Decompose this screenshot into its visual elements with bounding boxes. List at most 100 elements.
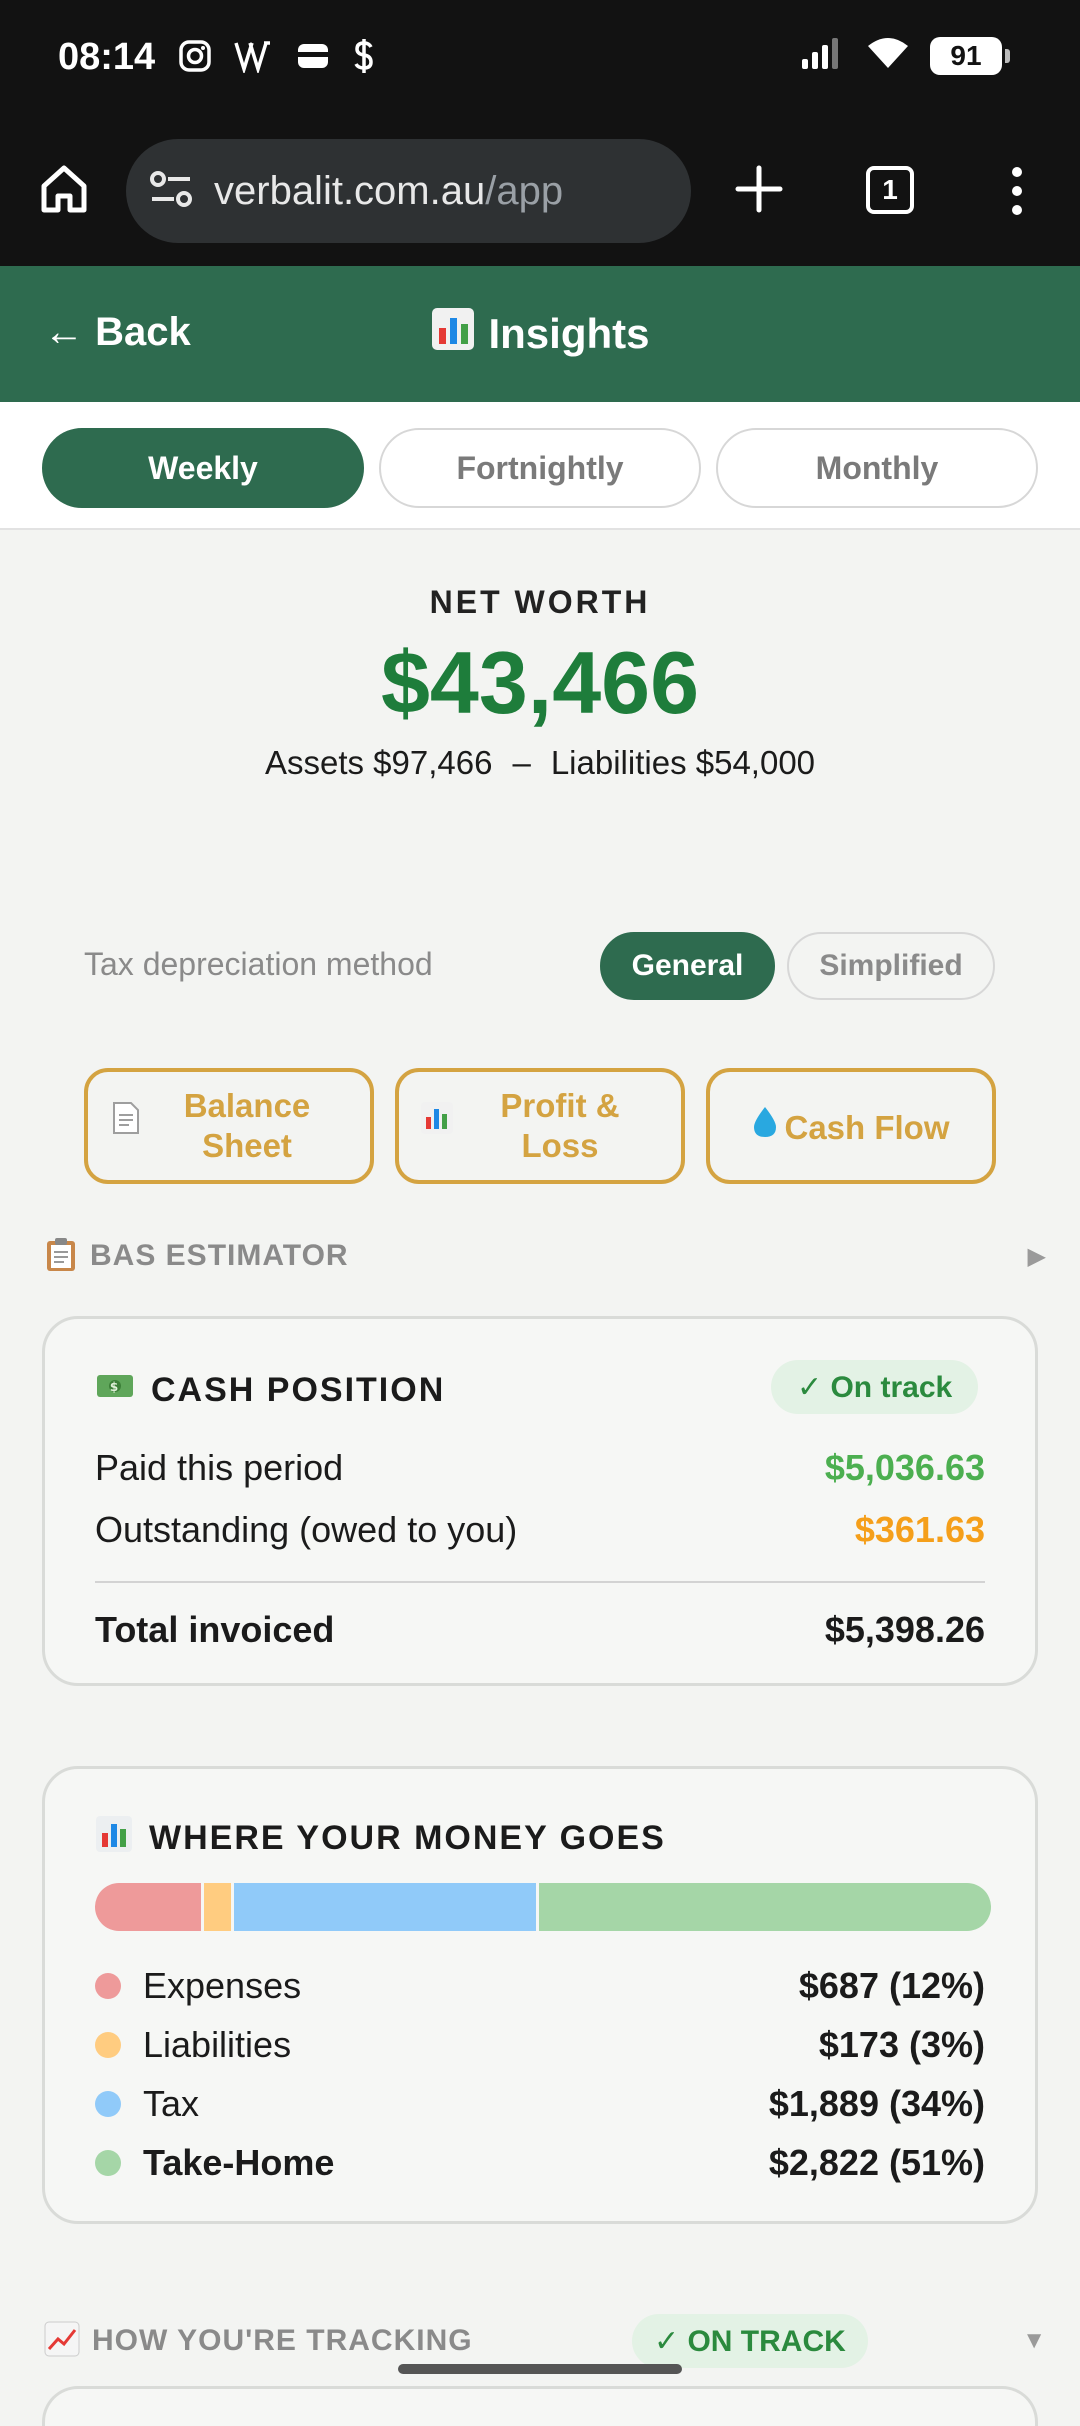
net-worth-label: NET WORTH [429, 584, 651, 620]
total-label: Total invoiced [95, 1609, 335, 1650]
legend-label: Expenses [143, 1965, 302, 2006]
tab-monthly[interactable]: Monthly [716, 428, 1038, 508]
money-goes-title-text: WHERE YOUR MONEY GOES [149, 1819, 666, 1857]
tab-switcher-button[interactable]: 1 [866, 166, 914, 214]
total-row: Total invoiced $5,398.26 [95, 1609, 985, 1651]
assets-total: Assets $97,466 [264, 744, 493, 781]
liabilities-total: Liabilities $54,000 [550, 744, 816, 781]
more-vert-icon [1012, 167, 1022, 215]
balance-sheet-label: Balance Sheet [183, 1087, 311, 1164]
browser-toolbar: verbalit.com.au/app 1 [0, 122, 1080, 266]
money-bar-segment-liabilities [201, 1883, 232, 1931]
page-title: Insights [0, 306, 1080, 362]
balance-sheet-button[interactable]: Balance Sheet [84, 1068, 374, 1184]
total-value: $5,398.26 [824, 1609, 985, 1650]
url-host: verbalit.com.au [214, 168, 486, 213]
expenses-color-dot [95, 1973, 121, 1999]
money-icon: $ [95, 1371, 135, 1410]
status-right: 91 [800, 36, 1010, 75]
address-bar[interactable]: verbalit.com.au/app [126, 139, 691, 243]
paid-row: Paid this period $5,036.63 [95, 1447, 985, 1489]
bas-estimator-toggle[interactable]: BAS ESTIMATOR ▶ [44, 1236, 1046, 1276]
tax-depreciation-label: Tax depreciation method [84, 946, 433, 982]
url-path: /app [485, 168, 564, 213]
status-badge: ✓ On track [771, 1360, 979, 1414]
bar-chart-icon [420, 1101, 454, 1144]
svg-text:$: $ [110, 1380, 120, 1394]
expand-caret-icon: ▶ [1027, 1242, 1046, 1270]
browser-home-button[interactable] [36, 160, 92, 216]
tracking-card [42, 2386, 1038, 2426]
legend-tax: Tax $1,889 (34%) [95, 2083, 985, 2125]
plus-icon [735, 165, 783, 213]
instagram-icon [178, 39, 212, 73]
money-distribution-bar [95, 1883, 991, 1931]
net-worth-value: $43,466 [380, 633, 700, 732]
signal-icon [800, 37, 846, 74]
status-app-icons [178, 38, 376, 74]
legend-label: Tax [143, 2083, 200, 2124]
tax-color-dot [95, 2091, 121, 2117]
legend-label: Take-Home [143, 2142, 335, 2183]
outstanding-value: $361.63 [854, 1509, 985, 1550]
droplet-icon [752, 1105, 778, 1148]
battery-icon: 91 [930, 36, 1010, 75]
legend-amount: $173 (3%) [818, 2024, 985, 2065]
paid-label: Paid this period [95, 1447, 344, 1488]
paid-value: $5,036.63 [824, 1447, 985, 1488]
net-worth-breakdown: Assets $97,466– Liabilities $54,000 [0, 744, 1080, 782]
cash-position-card: $ CASH POSITION ✓ On track Paid this per… [42, 1316, 1038, 1686]
home-icon [41, 165, 87, 213]
document-icon [111, 1101, 141, 1144]
site-settings-icon[interactable] [148, 169, 194, 214]
cash-flow-label: Cash Flow [784, 1108, 950, 1146]
legend-amount: $687 (12%) [798, 1965, 985, 2006]
legend-label: Liabilities [143, 2024, 292, 2065]
outstanding-label: Outstanding (owed to you) [95, 1509, 518, 1550]
take-home-color-dot [95, 2150, 121, 2176]
clipboard-icon [44, 1236, 78, 1277]
money-goes-card: WHERE YOUR MONEY GOES Expenses $687 (12%… [42, 1766, 1038, 2224]
dollar-icon [352, 38, 376, 74]
tracking-toggle[interactable]: HOW YOU'RE TRACKING ✓ ON TRACK ▼ [44, 2314, 1046, 2368]
cash-flow-button[interactable]: Cash Flow [706, 1068, 996, 1184]
wifi-icon [866, 36, 910, 75]
money-bar-segment-tax [231, 1883, 536, 1931]
app-header: ← Back Insights [0, 266, 1080, 402]
balance-sheet-content: Balance Sheet [111, 1086, 347, 1166]
home-indicator[interactable] [398, 2364, 682, 2374]
period-tabs: Weekly Fortnightly Monthly [0, 402, 1080, 530]
cash-position-title-text: CASH POSITION [151, 1371, 446, 1409]
collapse-caret-icon: ▼ [1022, 2327, 1046, 2354]
tab-fortnightly[interactable]: Fortnightly [379, 428, 701, 508]
money-bar-segment-expenses [95, 1883, 202, 1931]
profit-loss-content: Profit & Loss [420, 1086, 660, 1166]
separator: – [512, 744, 531, 781]
browser-menu-button[interactable] [1000, 164, 1034, 218]
legend-expenses: Expenses $687 (12%) [95, 1965, 985, 2007]
new-tab-button[interactable] [732, 162, 786, 216]
legend-liabilities: Liabilities $173 (3%) [95, 2024, 985, 2066]
profit-loss-button[interactable]: Profit & Loss [395, 1068, 685, 1184]
status-time: 08:14 [58, 36, 156, 78]
depreciation-general-button[interactable]: General [600, 932, 775, 1000]
status-bar: 08:14 91 [0, 0, 1080, 122]
tracking-label: HOW YOU'RE TRACKING [92, 2324, 473, 2357]
tab-weekly[interactable]: Weekly [42, 428, 364, 508]
bar-chart-icon [430, 306, 476, 362]
legend-amount: $1,889 (34%) [768, 2083, 985, 2124]
liabilities-color-dot [95, 2032, 121, 2058]
money-bar-segment-take-home [535, 1883, 991, 1931]
depreciation-simplified-button[interactable]: Simplified [787, 932, 995, 1000]
trend-up-icon [44, 2321, 80, 2362]
money-goes-title: WHERE YOUR MONEY GOES [95, 1815, 666, 1862]
divider [95, 1581, 985, 1583]
legend-amount: $2,822 (51%) [768, 2142, 985, 2183]
tracking-status-badge: ✓ ON TRACK [632, 2314, 868, 2368]
page-title-text: Insights [488, 310, 650, 357]
wallet-icon [296, 41, 330, 71]
bas-estimator-label: BAS ESTIMATOR [90, 1239, 349, 1272]
outstanding-row: Outstanding (owed to you) $361.63 [95, 1509, 985, 1551]
vw-icon [234, 39, 274, 73]
cash-flow-content: Cash Flow [752, 1105, 950, 1148]
